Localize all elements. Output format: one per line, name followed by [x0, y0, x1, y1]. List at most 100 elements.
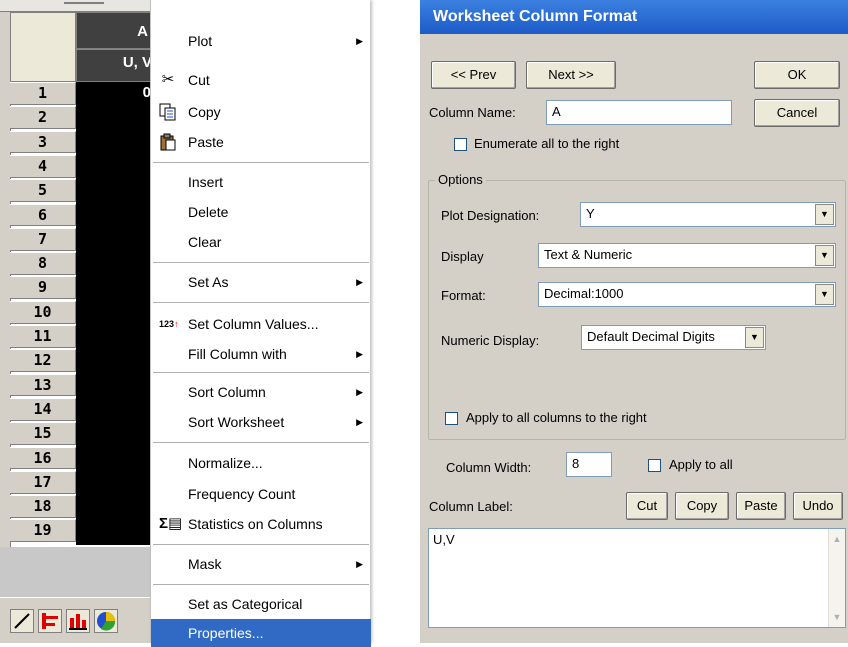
menu-item-delete[interactable]: Delete — [151, 198, 371, 226]
menu-item-set-as[interactable]: Set As ▶ — [151, 268, 371, 296]
row-header[interactable]: 15 — [10, 422, 76, 446]
menu-item-label: Frequency Count — [188, 486, 296, 502]
paste-button[interactable]: Paste — [736, 492, 786, 520]
column-label-scrollbar[interactable]: ▲ ▼ — [828, 529, 845, 627]
ok-button[interactable]: OK — [754, 61, 840, 89]
menu-item-label: Statistics on Columns — [188, 516, 323, 532]
statistics-icon: Σ▤ — [159, 515, 183, 532]
apply-to-all-checkbox[interactable] — [648, 459, 661, 472]
menu-separator — [153, 544, 369, 545]
menu-item-copy[interactable]: Copy — [151, 98, 371, 126]
chevron-down-icon[interactable]: ▼ — [815, 245, 834, 266]
row-header[interactable]: 18 — [10, 495, 76, 518]
row-header[interactable]: 16 — [10, 446, 76, 470]
apply-all-right-checkbox[interactable] — [445, 412, 458, 425]
row-header[interactable]: 7 — [10, 227, 76, 251]
chevron-down-icon[interactable]: ▼ — [815, 284, 834, 305]
next-button[interactable]: Next >> — [526, 61, 616, 89]
row-header[interactable]: 5 — [10, 179, 76, 203]
menu-item-label: Fill Column with — [188, 346, 287, 362]
column-label-textarea[interactable]: U,V ▲ ▼ — [428, 528, 846, 628]
line-plot-button[interactable] — [10, 609, 34, 633]
set-values-icon: 123↑ — [159, 319, 179, 329]
row-header[interactable]: 17 — [10, 470, 76, 494]
column-plot-button[interactable] — [66, 609, 90, 633]
scroll-up-icon[interactable]: ▲ — [830, 531, 844, 547]
worksheet: A U, V 0 1 2 3 4 5 6 7 8 9 10 11 12 13 14 15 16 17 18 19 — [0, 0, 157, 643]
column-width-input[interactable]: 8 — [566, 452, 612, 477]
row-header[interactable]: 4 — [10, 154, 76, 178]
bar-plot-icon — [42, 613, 58, 629]
row-header[interactable]: 9 — [10, 276, 76, 300]
menu-item-label: Cut — [188, 72, 210, 88]
prev-button[interactable]: << Prev — [431, 61, 516, 89]
scissors-icon: ✂ — [161, 71, 175, 88]
format-select[interactable]: Decimal:1000 ▼ — [538, 282, 836, 307]
menu-item-label: Clear — [188, 234, 222, 250]
cut-button[interactable]: Cut — [626, 492, 668, 520]
menu-item-mask[interactable]: Mask ▶ — [151, 550, 371, 578]
apply-to-all-label: Apply to all — [669, 457, 733, 472]
menu-separator — [153, 372, 369, 373]
row-header[interactable]: 8 — [10, 252, 76, 275]
column-name-label: Column Name: — [429, 105, 516, 120]
menu-item-set-as-categorical[interactable]: Set as Categorical — [151, 590, 371, 618]
enumerate-label: Enumerate all to the right — [474, 136, 620, 151]
row-header[interactable]: 6 — [10, 203, 76, 227]
submenu-arrow-icon: ▶ — [356, 387, 363, 397]
format-label: Format: — [441, 288, 486, 303]
options-group-title: Options — [435, 172, 486, 187]
menu-item-sort-worksheet[interactable]: Sort Worksheet ▶ — [151, 408, 371, 436]
row-header[interactable]: 10 — [10, 300, 76, 324]
menu-item-sort-column[interactable]: Sort Column ▶ — [151, 378, 371, 406]
menu-item-frequency-count[interactable]: Frequency Count — [151, 480, 371, 508]
menu-item-normalize[interactable]: Normalize... — [151, 449, 371, 477]
menu-item-label: Mask — [188, 556, 222, 572]
selected-column-data[interactable] — [76, 82, 157, 545]
menu-item-label: Set as Categorical — [188, 596, 303, 612]
chevron-down-icon[interactable]: ▼ — [815, 204, 834, 225]
cell-a1-value[interactable]: 0 — [76, 84, 157, 101]
menu-item-label: Sort Worksheet — [188, 414, 285, 430]
format-value: Decimal:1000 — [544, 286, 624, 301]
submenu-arrow-icon: ▶ — [356, 277, 363, 287]
line-plot-icon — [14, 613, 30, 629]
menu-item-label: Insert — [188, 174, 224, 190]
menu-item-paste[interactable]: Paste — [151, 128, 371, 156]
row-header[interactable]: 19 — [10, 519, 76, 543]
chevron-down-icon[interactable]: ▼ — [745, 327, 764, 348]
scroll-down-icon[interactable]: ▼ — [830, 609, 844, 625]
row-header[interactable]: 12 — [10, 349, 76, 373]
copy-button[interactable]: Copy — [675, 492, 729, 520]
row-header[interactable]: 13 — [10, 373, 76, 397]
undo-button[interactable]: Undo — [793, 492, 843, 520]
column-header-a[interactable]: A — [76, 12, 157, 49]
paste-icon — [159, 133, 177, 151]
menu-item-label: Delete — [188, 204, 229, 220]
worksheet-top-strip — [0, 0, 157, 12]
menu-item-cut[interactable]: ✂ Cut — [151, 66, 371, 94]
row-header[interactable]: 2 — [10, 106, 76, 130]
menu-item-insert[interactable]: Insert — [151, 168, 371, 196]
menu-item-clear[interactable]: Clear — [151, 228, 371, 256]
numeric-display-select[interactable]: Default Decimal Digits ▼ — [581, 325, 766, 350]
menu-item-fill-column[interactable]: Fill Column with ▶ — [151, 340, 371, 368]
display-select[interactable]: Text & Numeric ▼ — [538, 243, 836, 268]
column-name-input[interactable]: A — [546, 100, 732, 125]
select-all-corner[interactable] — [10, 12, 76, 82]
row-header[interactable]: 11 — [10, 325, 76, 348]
menu-item-statistics-on-columns[interactable]: Σ▤ Statistics on Columns — [151, 510, 371, 538]
menu-item-set-column-values[interactable]: 123↑ Set Column Values... — [151, 310, 371, 338]
plot-designation-select[interactable]: Y ▼ — [580, 202, 836, 227]
cancel-button[interactable]: Cancel — [754, 99, 840, 127]
row-header[interactable]: 3 — [10, 130, 76, 154]
menu-separator — [153, 584, 369, 585]
row-header[interactable]: 1 — [10, 82, 76, 105]
menu-item-plot[interactable]: Plot ▶ — [151, 27, 371, 55]
row-header[interactable]: 14 — [10, 397, 76, 421]
bar-plot-button[interactable] — [38, 609, 62, 633]
pie-plot-button[interactable] — [94, 609, 118, 633]
menu-item-label: Plot — [188, 33, 213, 49]
enumerate-checkbox[interactable] — [454, 138, 467, 151]
menu-separator — [153, 262, 369, 263]
